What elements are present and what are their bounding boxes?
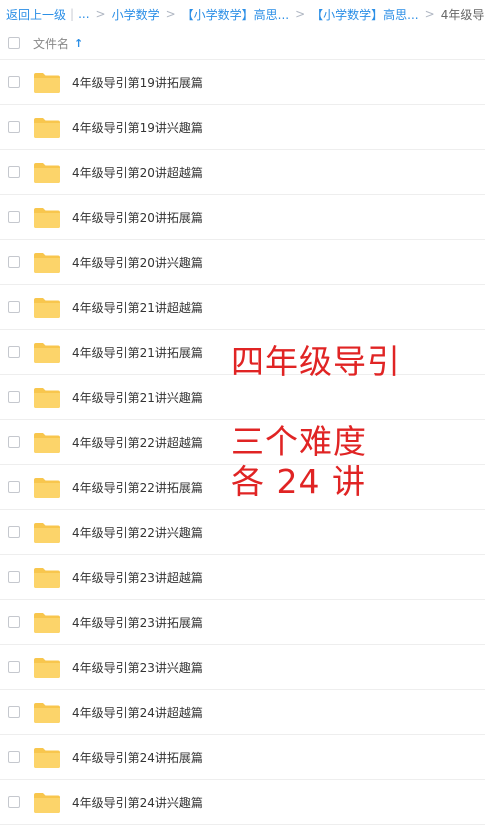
chevron-right-icon: > — [295, 7, 306, 21]
folder-icon — [33, 522, 61, 544]
file-name[interactable]: 4年级导引第20讲兴趣篇 — [72, 254, 203, 271]
back-link[interactable]: 返回上一级 — [6, 6, 66, 23]
arrow-up-icon[interactable]: ↑ — [74, 37, 83, 50]
filename-column-label: 文件名 — [33, 36, 70, 51]
folder-icon — [33, 252, 61, 274]
folder-icon — [33, 207, 61, 229]
file-name[interactable]: 4年级导引第22讲超越篇 — [72, 434, 203, 451]
file-row[interactable]: 4年级导引第19讲拓展篇 — [0, 60, 485, 105]
row-checkbox[interactable] — [8, 76, 20, 88]
row-checkbox[interactable] — [8, 166, 20, 178]
breadcrumb: 返回上一级 | ... > 小学数学 > 【小学数学】高思... > 【小学数学… — [6, 4, 485, 24]
breadcrumb-divider: | — [70, 7, 75, 21]
file-name[interactable]: 4年级导引第23讲拓展篇 — [72, 614, 203, 631]
folder-icon — [33, 117, 61, 139]
folder-icon — [33, 702, 61, 724]
file-name[interactable]: 4年级导引第21讲拓展篇 — [72, 344, 203, 361]
breadcrumb-item-gaosi-1[interactable]: 【小学数学】高思... — [182, 6, 289, 23]
folder-icon — [33, 387, 61, 409]
file-name[interactable]: 4年级导引第20讲拓展篇 — [72, 209, 203, 226]
list-header: 文件名 ↑ — [0, 27, 485, 60]
file-name[interactable]: 4年级导引第21讲兴趣篇 — [72, 389, 203, 406]
file-name[interactable]: 4年级导引第19讲兴趣篇 — [72, 119, 203, 136]
file-name[interactable]: 4年级导引第21讲超越篇 — [72, 299, 203, 316]
row-checkbox[interactable] — [8, 301, 20, 313]
file-row[interactable]: 4年级导引第20讲兴趣篇 — [0, 240, 485, 285]
row-checkbox[interactable] — [8, 346, 20, 358]
file-name[interactable]: 4年级导引第22讲兴趣篇 — [72, 524, 203, 541]
file-row[interactable]: 4年级导引第23讲拓展篇 — [0, 600, 485, 645]
row-checkbox[interactable] — [8, 571, 20, 583]
file-name[interactable]: 4年级导引第22讲拓展篇 — [72, 479, 203, 496]
file-row[interactable]: 4年级导引第24讲兴趣篇 — [0, 780, 485, 825]
folder-icon — [33, 297, 61, 319]
row-checkbox[interactable] — [8, 796, 20, 808]
file-row[interactable]: 4年级导引第23讲兴趣篇 — [0, 645, 485, 690]
file-row[interactable]: 4年级导引第24讲拓展篇 — [0, 735, 485, 780]
folder-icon — [33, 792, 61, 814]
folder-icon — [33, 567, 61, 589]
file-name[interactable]: 4年级导引第19讲拓展篇 — [72, 74, 203, 91]
select-all-checkbox[interactable] — [8, 37, 20, 49]
file-name[interactable]: 4年级导引第20讲超越篇 — [72, 164, 203, 181]
file-name[interactable]: 4年级导引第23讲超越篇 — [72, 569, 203, 586]
row-checkbox[interactable] — [8, 391, 20, 403]
overlay-text-difficulty: 三个难度 — [231, 422, 367, 461]
file-row[interactable]: 4年级导引第20讲超越篇 — [0, 150, 485, 195]
breadcrumb-item-math[interactable]: 小学数学 — [112, 6, 160, 23]
folder-icon — [33, 612, 61, 634]
row-checkbox[interactable] — [8, 526, 20, 538]
breadcrumb-item-gaosi-2[interactable]: 【小学数学】高思... — [311, 6, 418, 23]
row-checkbox[interactable] — [8, 661, 20, 673]
file-name[interactable]: 4年级导引第23讲兴趣篇 — [72, 659, 203, 676]
chevron-right-icon: > — [165, 7, 176, 21]
row-checkbox[interactable] — [8, 211, 20, 223]
file-name[interactable]: 4年级导引第24讲超越篇 — [72, 704, 203, 721]
chevron-right-icon: > — [424, 7, 435, 21]
breadcrumb-current: 4年级导引 — [440, 7, 485, 22]
file-name[interactable]: 4年级导引第24讲拓展篇 — [72, 749, 203, 766]
row-checkbox[interactable] — [8, 481, 20, 493]
file-row[interactable]: 4年级导引第19讲兴趣篇 — [0, 105, 485, 150]
filename-column-header[interactable]: 文件名 ↑ — [33, 35, 83, 52]
chevron-right-icon: > — [95, 7, 106, 21]
row-checkbox[interactable] — [8, 436, 20, 448]
overlay-text-title: 四年级导引 — [231, 342, 401, 381]
row-checkbox[interactable] — [8, 256, 20, 268]
row-checkbox[interactable] — [8, 121, 20, 133]
row-checkbox[interactable] — [8, 751, 20, 763]
file-name[interactable]: 4年级导引第24讲兴趣篇 — [72, 794, 203, 811]
file-row[interactable]: 4年级导引第24讲超越篇 — [0, 690, 485, 735]
folder-icon — [33, 432, 61, 454]
folder-icon — [33, 342, 61, 364]
row-checkbox[interactable] — [8, 706, 20, 718]
folder-icon — [33, 747, 61, 769]
breadcrumb-ellipsis[interactable]: ... — [78, 7, 89, 21]
file-row[interactable]: 4年级导引第21讲超越篇 — [0, 285, 485, 330]
folder-icon — [33, 162, 61, 184]
row-checkbox[interactable] — [8, 616, 20, 628]
folder-icon — [33, 657, 61, 679]
folder-icon — [33, 72, 61, 94]
file-row[interactable]: 4年级导引第20讲拓展篇 — [0, 195, 485, 240]
file-row[interactable]: 4年级导引第22讲兴趣篇 — [0, 510, 485, 555]
overlay-text-lectures: 各 24 讲 — [231, 462, 366, 501]
file-row[interactable]: 4年级导引第23讲超越篇 — [0, 555, 485, 600]
folder-icon — [33, 477, 61, 499]
